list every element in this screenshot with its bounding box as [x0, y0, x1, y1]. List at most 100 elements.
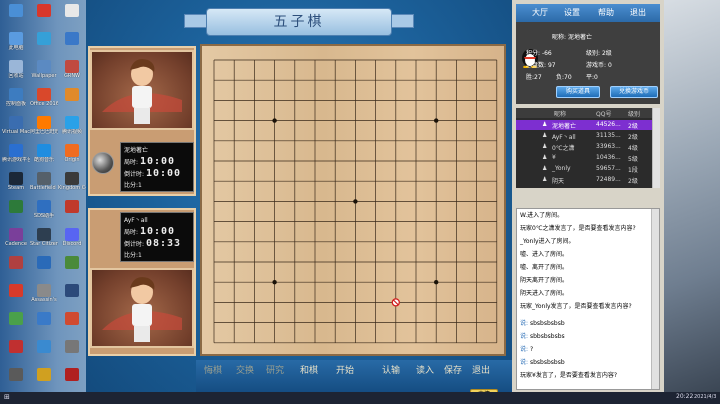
desktop-icon[interactable]	[58, 198, 86, 226]
menu-settings[interactable]: 设置	[564, 7, 580, 18]
user-draws: 0	[594, 74, 598, 81]
player-row[interactable]: ♟ 泥地著亡 44526... 2级	[516, 120, 652, 130]
start-icon[interactable]: ⊞	[4, 393, 10, 401]
buy-items-button[interactable]: 购买道具	[556, 86, 600, 98]
game-button[interactable]: 悔棋	[204, 362, 222, 380]
player-top-avatar	[90, 50, 194, 130]
header-nickname[interactable]: 昵称	[554, 109, 566, 118]
desktop-icon[interactable]: Virtual Machine	[2, 114, 30, 142]
app-icon	[65, 284, 79, 297]
desktop-icon[interactable]	[58, 366, 86, 394]
desktop-icon[interactable]	[2, 254, 30, 282]
desktop-icon[interactable]: SDS助手	[30, 198, 58, 226]
app-icon	[65, 340, 79, 353]
desktop-icon[interactable]: Wallpaper	[30, 58, 58, 86]
player-row[interactable]: ♟ 阴天 72489... 2级	[516, 175, 652, 185]
desktop-icon[interactable]: 酷狗音乐	[30, 142, 58, 170]
header-qq[interactable]: QQ号	[596, 109, 611, 118]
desktop-icon[interactable]	[58, 338, 86, 366]
app-icon	[9, 200, 23, 213]
desktop-icon[interactable]	[58, 282, 86, 310]
player-level: 1段	[628, 167, 638, 174]
desktop-icon[interactable]	[30, 30, 58, 58]
desktop-icon[interactable]: Kingdom Come	[58, 170, 86, 198]
desktop-icon[interactable]: Assassin's	[30, 282, 58, 310]
desktop-icon-label: 此电脑	[8, 45, 24, 51]
countdown-label: 倒计时:	[124, 171, 145, 178]
desktop-icon[interactable]	[30, 338, 58, 366]
board-grid[interactable]	[202, 46, 504, 354]
chat-text: 玩家0℃之潇发言了，是否要查看发言内容?	[520, 225, 636, 232]
player-top-name: 泥地著亡	[124, 147, 149, 154]
desktop-icon[interactable]: 腾讯视频	[58, 114, 86, 142]
app-icon	[65, 88, 79, 101]
game-button[interactable]: 开始	[336, 362, 354, 380]
game-button[interactable]: 退出	[472, 362, 490, 380]
desktop-icon[interactable]	[2, 310, 30, 338]
desktop-icon[interactable]	[58, 86, 86, 114]
desktop-icon[interactable]	[2, 198, 30, 226]
coins-label: 游戏币:	[586, 62, 607, 69]
desktop-icon[interactable]: 腾讯游戏平台	[2, 142, 30, 170]
desktop-icon[interactable]: Cadence	[2, 226, 30, 254]
desktop-icon[interactable]: GRNW	[58, 58, 86, 86]
desktop-icon[interactable]	[2, 366, 30, 394]
desktop-icon[interactable]	[30, 254, 58, 282]
app-icon	[37, 144, 51, 157]
exchange-coins-button[interactable]: 兑换游戏币	[610, 86, 658, 98]
menu-help[interactable]: 帮助	[598, 7, 614, 18]
player-name: 阴天	[552, 178, 565, 185]
desktop-icon[interactable]: 回收站	[2, 58, 30, 86]
desktop-icon[interactable]	[30, 366, 58, 394]
desktop-icon[interactable]	[58, 310, 86, 338]
desktop-icon[interactable]: Discord	[58, 226, 86, 254]
desktop-icon[interactable]	[58, 2, 86, 30]
player-row[interactable]: ♟ AyF丶all 31135... 2级	[516, 131, 652, 141]
game-button[interactable]: 认输	[382, 362, 400, 380]
desktop-icon[interactable]	[30, 310, 58, 338]
desktop-icon[interactable]: Origin	[58, 142, 86, 170]
desktop-icon[interactable]: 阿里巴巴旺旺	[30, 114, 58, 142]
user-nickname: 泥地著亡	[567, 34, 592, 41]
desktop-icon[interactable]: Star Citizen	[30, 226, 58, 254]
desktop-icon[interactable]: Steam	[2, 170, 30, 198]
player-list-scrollbar[interactable]	[652, 108, 660, 188]
app-icon	[37, 32, 51, 45]
game-button[interactable]: 交换	[236, 362, 254, 380]
desktop-icon[interactable]	[30, 2, 58, 30]
app-icon	[65, 116, 79, 129]
forbidden-cursor-icon	[391, 298, 400, 307]
desktop-icon[interactable]	[58, 254, 86, 282]
desktop-icon[interactable]	[2, 2, 30, 30]
lose-label: 负:	[556, 74, 565, 81]
menu-hall[interactable]: 大厅	[532, 7, 548, 18]
gomoku-board[interactable]	[200, 44, 506, 356]
star-point	[434, 280, 439, 285]
gomoku-window: 五子棋 泥地著亡 局时: 10:00 倒计时: 10:00 比分:1 AyF丶a…	[86, 0, 512, 404]
chat-scrollbar[interactable]	[651, 209, 659, 389]
desktop-icon[interactable]: Battlefield 1	[30, 170, 58, 198]
player-row[interactable]: ♟ 0℃之潇 33963... 4级	[516, 142, 652, 152]
header-level[interactable]: 级别	[628, 109, 640, 118]
app-icon	[65, 200, 79, 213]
desktop-icon[interactable]: Office 2016	[30, 86, 58, 114]
desktop-icon[interactable]: 控制面板	[2, 86, 30, 114]
desktop-icon[interactable]	[58, 30, 86, 58]
game-button[interactable]: 研究	[266, 362, 284, 380]
user-level: 2级	[601, 50, 612, 57]
player-top-bureau-time: 10:00	[139, 156, 176, 167]
desktop-icon-label: Virtual Machine	[2, 129, 30, 135]
desktop-icon[interactable]	[2, 282, 30, 310]
player-row[interactable]: ♟ ¥10436... 5级	[516, 153, 652, 163]
game-button[interactable]: 和棋	[300, 362, 318, 380]
player-row[interactable]: ♟ _Yonly 59657... 1段	[516, 164, 652, 174]
player-level: 2级	[628, 123, 638, 130]
desktop-icon[interactable]: 此电脑	[2, 30, 30, 58]
game-button[interactable]: 读入	[416, 362, 434, 380]
game-button[interactable]: 保存	[444, 362, 462, 380]
user-losses: 70	[564, 74, 572, 81]
menu-exit[interactable]: 退出	[630, 7, 646, 18]
player-qq: 10436...	[596, 154, 621, 161]
app-icon	[37, 200, 51, 213]
desktop-icon[interactable]	[2, 338, 30, 366]
